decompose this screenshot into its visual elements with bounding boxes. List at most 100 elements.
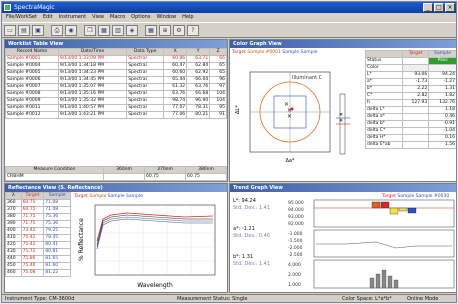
reflectance-cell: 75.08 (20, 269, 45, 277)
minimize-button[interactable]: _ (423, 3, 433, 12)
reflectance-cell: 81.60 (43, 262, 71, 270)
table-row[interactable]: Sample #0007 9/13/00 1:35:07 PM Spectral 61… (5, 83, 227, 91)
table-row[interactable]: Sample #0001 9/13/00 1:33:09 PM Spectral 60… (5, 55, 227, 63)
status-instrument: Instrument Type: CM-3600d (5, 296, 75, 302)
color-table-cell: b* (364, 85, 404, 93)
close-button[interactable]: × (445, 3, 455, 12)
paste-icon[interactable]: ▦ (98, 25, 110, 36)
reflectance-row: 460 75.08 81.22 (5, 269, 71, 277)
reflectance-cell: 75.40 (20, 262, 45, 270)
table-icon[interactable]: ▦ (145, 25, 157, 36)
calibrate-icon[interactable]: ⊕ (159, 25, 171, 36)
table-cell: Sample #0004 (5, 62, 59, 70)
worklist-table: Record Name Date/Time Data Type X Y Z Sa… (5, 48, 227, 119)
color-table-cell: h (364, 99, 404, 107)
col-y[interactable]: Y (186, 48, 211, 56)
tick: -2.500 (288, 252, 303, 258)
col-x[interactable]: X (163, 48, 188, 56)
table-row[interactable]: Sample #0009 9/13/00 1:35:32 PM Spectral 98… (5, 97, 227, 105)
reflectance-cell: 75.86 (20, 255, 45, 263)
color-table-cell (402, 141, 430, 149)
chart-icon[interactable]: ▥ (112, 25, 124, 36)
table-cell: Sample #0008 (5, 90, 59, 98)
reflectance-cell: 60.75 (20, 199, 45, 207)
condition-cell: 60.75 (185, 173, 227, 181)
reflectance-cell: 71.08 (43, 199, 71, 207)
status-label: Status (364, 57, 404, 65)
copy-icon[interactable]: ❐ (84, 25, 96, 36)
color-table-row: delta b* -0.91 (364, 120, 456, 128)
col-record[interactable]: Record Name (5, 48, 59, 56)
table-cell: 77.06 (163, 111, 188, 119)
menu-view[interactable]: View (92, 13, 104, 22)
table-cell: Sample #0006 (5, 76, 59, 84)
status-mode: Online Mode (407, 296, 439, 302)
col-datatype[interactable]: Data Type (126, 48, 165, 56)
trend-plot: 95.000 94.000 93.000 92.000 -1.000 -1.50… (288, 199, 455, 289)
table-row[interactable]: Sample #0005 9/13/00 1:34:23 PM Spectral 60… (5, 69, 227, 77)
table-cell: 80.21 (186, 111, 211, 119)
menu-macro[interactable]: Macro (110, 13, 125, 22)
color-table-cell (402, 120, 430, 128)
reflectance-cell: 71.08 (43, 206, 71, 214)
table-cell: 91 (209, 111, 227, 119)
measure-icon[interactable]: ◉ (65, 25, 77, 36)
col-datetime[interactable]: Date/Time (57, 48, 128, 56)
pane-title: Trend Graph View (230, 184, 456, 192)
color-table-cell: 2.22 (402, 85, 430, 93)
reflectance-cell: 73.42 (20, 227, 45, 235)
menu-help[interactable]: Help (182, 13, 193, 22)
table-row[interactable]: Sample #0006 9/13/00 1:34:45 PM Spectral 65… (5, 76, 227, 84)
color-table-cell: 1.18 (428, 106, 456, 114)
menu-file[interactable]: File/WorkSet (6, 13, 37, 22)
col-z[interactable]: Z (209, 48, 227, 56)
reflectance-cell: 440 (5, 255, 22, 263)
table-cell: 60.86 (163, 55, 188, 63)
reflectance-cell: 81.65 (43, 255, 71, 263)
tick: -2.000 (288, 245, 303, 251)
condition-table: Measure Condition 360nm 370nm 380nm CRBHM 60… (5, 166, 227, 181)
help-icon[interactable]: ? (187, 25, 199, 36)
legend-sample-3: Sample (125, 194, 143, 199)
color-table-row: delta E*ab 1.56 (364, 141, 456, 149)
tick: 2.000 (288, 272, 301, 278)
reflectance-cell: 79.45 (43, 234, 71, 242)
settings-icon[interactable]: ⚙ (173, 25, 185, 36)
table-row[interactable]: Sample #0008 9/13/00 1:35:16 PM Spectral 63… (5, 90, 227, 98)
print-icon[interactable]: ⎙ (51, 25, 63, 36)
menu-options[interactable]: Options (131, 13, 150, 22)
new-icon[interactable]: ▭ (4, 25, 16, 36)
color-table-cell: delta b* (364, 120, 404, 128)
menu-window[interactable]: Window (156, 13, 176, 22)
table-cell: Spectral (126, 90, 165, 98)
ylabel: % Reflectance (78, 218, 85, 261)
condition-cell (103, 173, 146, 181)
table-cell: Spectral (126, 55, 165, 63)
save-icon[interactable]: ▣ (32, 25, 44, 36)
menu-instrument[interactable]: Instrument (59, 13, 87, 22)
reflectance-cell: 410 (5, 234, 22, 242)
table-cell: 78.31 (186, 104, 211, 112)
table-cell: Sample #0009 (5, 97, 59, 105)
open-icon[interactable]: ▤ (18, 25, 30, 36)
trend-pane: Trend Graph View Target Sample Sample #0… (229, 183, 456, 293)
legend-sample-2: Sample (107, 194, 125, 199)
reflectance-row: 410 75.42 79.45 (5, 234, 71, 242)
table-row[interactable]: Sample #0004 9/13/00 1:34:18 PM Spectral 60… (5, 62, 227, 70)
maximize-button[interactable]: □ (434, 3, 444, 12)
xlabel: Wavelength (137, 282, 173, 289)
pane-title: Reflectance View (S. Reflectance) (5, 184, 227, 192)
graph-icon[interactable]: ◈ (126, 25, 138, 36)
table-cell: Spectral (126, 62, 165, 70)
table-row[interactable]: Sample #0012 9/13/00 1:43:21 PM Spectral 77… (5, 111, 227, 119)
metric-b-dev: Std. Dev.: 1.41 (233, 261, 270, 267)
table-cell: 62.92 (186, 69, 211, 77)
reflectance-cell: 80.41 (43, 241, 71, 249)
status-measurement: Measurement Status: Single (177, 296, 248, 302)
table-row[interactable]: Sample #0011 9/13/00 1:40:57 PM Spectral 77… (5, 104, 227, 112)
table-cell: 60.47 (163, 62, 188, 70)
table-cell: 65 (209, 69, 227, 77)
color-table-cell: 1.82 (428, 92, 456, 100)
condition-cell: 380nm (185, 166, 227, 174)
menu-edit[interactable]: Edit (43, 13, 53, 22)
